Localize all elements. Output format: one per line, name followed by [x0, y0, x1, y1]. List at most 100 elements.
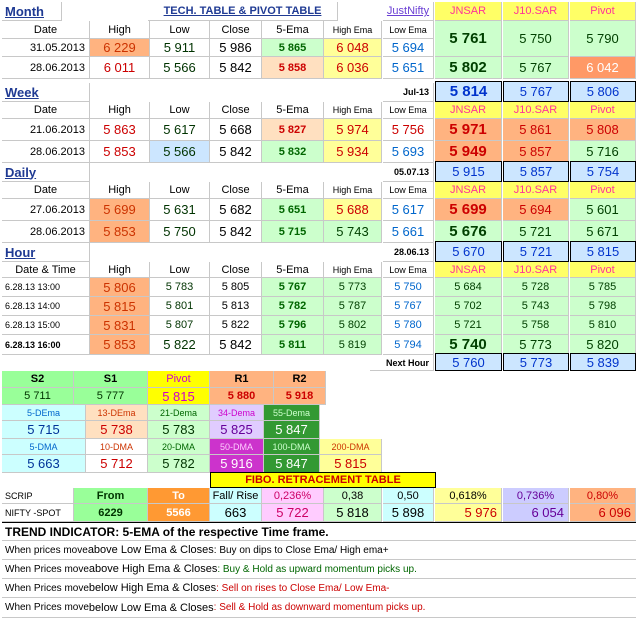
cell: 5 756 [383, 119, 434, 141]
cell: 5 721 [503, 221, 569, 243]
cell: 5 815 [320, 455, 382, 473]
trend-rule-action: : Sell & Hold as downward momentum picks… [213, 602, 426, 613]
cell: J10.SAR [503, 262, 569, 278]
cell: Jul-13 [383, 83, 434, 102]
cell: Month [2, 2, 62, 21]
cell: 5 847 [264, 455, 320, 473]
cell: JNSAR [435, 262, 502, 278]
cell: 5 777 [74, 388, 148, 405]
cell: 6 048 [324, 39, 382, 57]
cell: 5 822 [150, 335, 210, 355]
cell: 5 806 [90, 278, 150, 297]
cell: 5 694 [383, 39, 434, 57]
cell: 0,618% [435, 488, 502, 504]
cell: 5 750 [383, 278, 434, 297]
cell: 6 011 [90, 57, 150, 79]
cell: 5 682 [210, 199, 262, 221]
cell: R1 [210, 371, 274, 388]
cell: Date [2, 102, 90, 119]
cell: 5 847 [264, 421, 320, 439]
cell: 5 842 [210, 335, 262, 355]
cell: 5 740 [435, 335, 502, 355]
cell: 27.06.2013 [2, 199, 90, 221]
cell: 5 819 [324, 335, 382, 355]
cell: 5 702 [435, 297, 502, 316]
cell: 5 760 [435, 353, 502, 371]
cell: 05.07.13 [383, 163, 434, 182]
cell: TECH. TABLE & PIVOT TABLE [148, 2, 338, 21]
cell: 5 827 [262, 119, 324, 141]
cell: High [90, 102, 150, 119]
cell: 5 773 [503, 353, 569, 371]
cell: 5 820 [570, 335, 636, 355]
cell: FIBO. RETRACEMENT TABLE [210, 472, 436, 488]
cell: 5 898 [383, 504, 434, 522]
cell: 5 728 [503, 278, 569, 297]
cell: 5 949 [435, 141, 502, 163]
cell: 28.06.2013 [2, 57, 90, 79]
cell: 5 857 [503, 161, 569, 182]
trend-rule-1: When prices move above Low Ema & Closes … [2, 541, 636, 560]
trend-rule-prefix: When Prices move [5, 582, 89, 594]
cell: 5 796 [262, 316, 324, 335]
cell: 5 808 [570, 119, 636, 141]
cell: JNSAR [435, 2, 502, 21]
trend-rule-condition: below High Ema & Closes [88, 582, 217, 594]
cell: J10.SAR [503, 2, 569, 21]
cell: Daily [2, 163, 90, 182]
cell: High Ema [324, 21, 382, 39]
cell: 5 842 [210, 141, 262, 163]
cell: 5 918 [274, 388, 326, 405]
cell: 6.28.13 15:00 [2, 316, 90, 335]
cell: 6229 [74, 504, 148, 522]
cell: 0,736% [503, 488, 569, 504]
cell: 5 694 [503, 199, 569, 221]
cell: Low [150, 102, 210, 119]
cell: 5 815 [90, 297, 150, 316]
cell: 5566 [148, 504, 210, 522]
cell: 5 976 [435, 504, 502, 522]
cell: 5 863 [90, 119, 150, 141]
cell: 5 676 [435, 221, 502, 243]
cell: 5 782 [148, 455, 210, 473]
cell: 5 934 [324, 141, 382, 163]
cell: R2 [274, 371, 326, 388]
cell: 5 842 [210, 57, 262, 79]
cell: High Ema [324, 102, 382, 119]
cell: Pivot [148, 371, 210, 388]
cell: 5 971 [435, 119, 502, 141]
cell: 13-DEma [86, 405, 148, 421]
cell: Low [150, 21, 210, 39]
cell: 5 767 [503, 81, 569, 102]
cell: 5 911 [150, 39, 210, 57]
cell: 5 566 [150, 141, 210, 163]
cell: 100-DMA [264, 439, 320, 455]
cell: 21.06.2013 [2, 119, 90, 141]
cell: Next Hour [370, 355, 434, 371]
trend-rule-action: : Buy & Hold as upward momentum picks up… [217, 563, 417, 575]
cell: 31.05.2013 [2, 39, 90, 57]
cell: 5 601 [570, 199, 636, 221]
cell: 5 758 [503, 316, 569, 335]
cell: 5 857 [503, 141, 569, 163]
cell: NIFTY -SPOT [2, 504, 74, 522]
trend-rule-prefix: When prices move [5, 544, 88, 556]
cell: 5 684 [435, 278, 502, 297]
cell: JNSAR [435, 102, 502, 119]
cell: 5 798 [570, 297, 636, 316]
cell: 5 767 [262, 278, 324, 297]
cell: 5 716 [570, 141, 636, 163]
trend-rule-4: When Prices move below Low Ema & Closes … [2, 598, 636, 618]
cell: 28.06.2013 [2, 221, 90, 243]
cell: 5 916 [210, 455, 264, 473]
cell: 5 986 [210, 39, 262, 57]
cell: 0,50 [383, 488, 434, 504]
cell: Pivot [570, 262, 636, 278]
cell: High [90, 21, 150, 39]
cell: Low Ema [383, 182, 434, 199]
cell: 0,38 [324, 488, 382, 504]
cell: 5 811 [262, 335, 324, 355]
cell: 5 783 [150, 278, 210, 297]
cell: J10.SAR [503, 102, 569, 119]
cell: 5 818 [324, 504, 382, 522]
